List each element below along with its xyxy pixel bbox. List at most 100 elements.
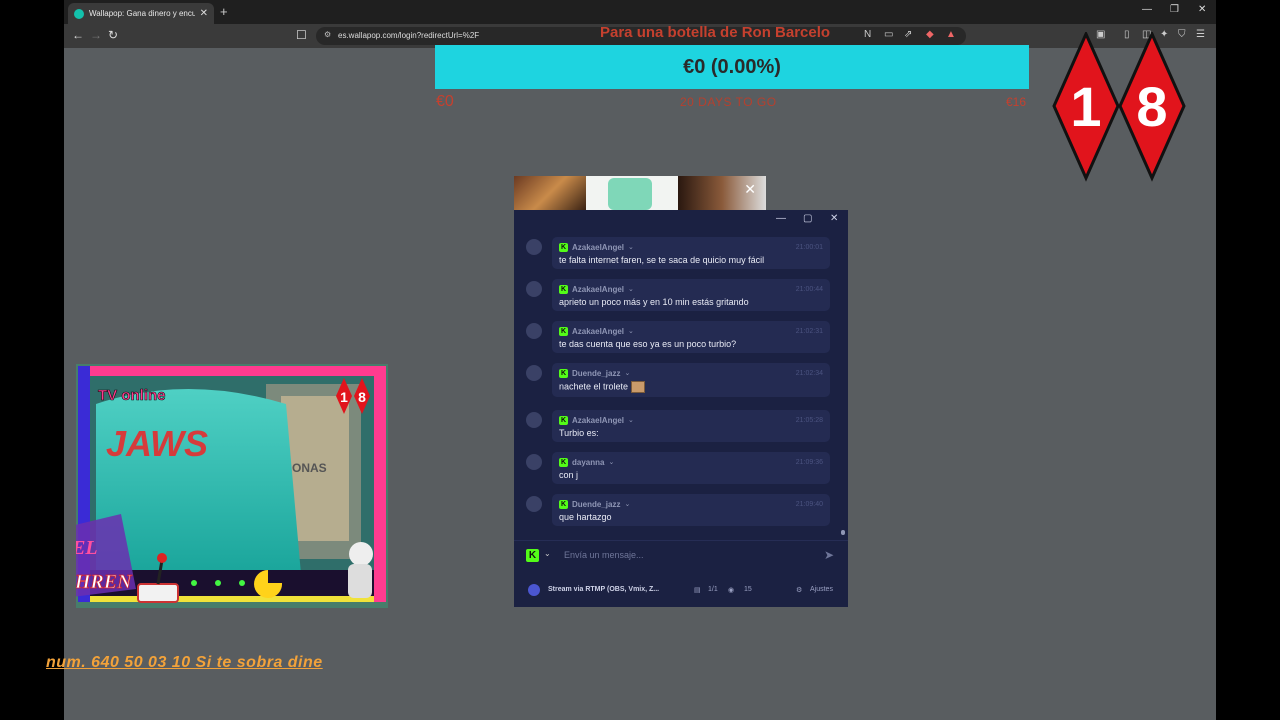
message-bubble: K AzakaelAngel ⌄ 21:00:44 aprieto un poco m… xyxy=(552,279,830,311)
chat-titlebar: — ▢ ✕ xyxy=(514,210,848,230)
chevron-down-icon[interactable]: ⌄ xyxy=(628,243,634,251)
tab-title: Wallapop: Gana dinero y encuen xyxy=(89,9,195,18)
goal-days-label: 20 DAYS TO GO xyxy=(680,95,777,109)
rewards-icon[interactable]: ▲ xyxy=(946,29,956,40)
popup-close-button[interactable]: ✕ xyxy=(744,181,756,198)
chat-scrollbar[interactable] xyxy=(841,530,845,535)
chevron-down-icon[interactable]: ⌄ xyxy=(628,285,634,293)
emote-icon xyxy=(630,381,645,393)
minimize-window-button[interactable]: — xyxy=(1142,4,1152,15)
message-username[interactable]: Duende_jazz xyxy=(572,369,620,378)
message-time: 21:02:34 xyxy=(795,369,823,377)
message-text: con j xyxy=(559,470,579,480)
forward-icon[interactable]: → xyxy=(90,28,102,42)
screen: Wallapop: Gana dinero y encuen ✕ + — ❐ ✕… xyxy=(0,0,1280,720)
tab-close-button[interactable]: ✕ xyxy=(200,8,208,19)
menu-icon[interactable]: ☰ xyxy=(1196,29,1205,40)
mini-badge-8: 8 xyxy=(358,389,366,405)
message-username[interactable]: AzakaelAngel xyxy=(572,243,624,252)
message-bubble: Kdayanna ⌄ 21:09:36 con j xyxy=(552,452,830,484)
chat-minimize-button[interactable]: — xyxy=(776,213,786,224)
reader-mode-icon[interactable]: N xyxy=(864,29,871,40)
message-username[interactable]: dayanna xyxy=(572,458,604,467)
chat-input-bar: K ⌄ Envía un mensaje... ➤ xyxy=(514,540,848,570)
stream-source-label[interactable]: Stream via RTMP (OBS, Vmix, Z... xyxy=(548,586,659,593)
thumbnail-image xyxy=(514,176,586,210)
message-text: te falta internet faren, se te saca de q… xyxy=(559,255,765,265)
popup-thumbnail-strip: ✕ xyxy=(514,176,766,210)
kick-badge-icon: K xyxy=(559,457,568,467)
kick-logo-icon[interactable]: K xyxy=(526,549,539,562)
user-avatar[interactable] xyxy=(526,281,542,297)
new-tab-button[interactable]: + xyxy=(220,4,228,19)
goal-progress-text: €0 (0.00%) xyxy=(683,55,781,78)
viewer-count: 15 xyxy=(744,586,752,593)
user-avatar[interactable] xyxy=(526,365,542,381)
logo-line-2: FAHREN xyxy=(76,571,133,593)
message-username[interactable]: Duende_jazz xyxy=(572,500,620,509)
thumbnail-image xyxy=(586,176,678,210)
wallapop-favicon-icon xyxy=(74,8,84,19)
message-bubble: K Duende_jazz ⌄ 21:02:34 nachete el trolete xyxy=(552,363,830,397)
message-text: aprieto un poco más y en 10 min estás gr… xyxy=(559,297,749,307)
chevron-down-icon[interactable]: ⌄ xyxy=(624,369,630,377)
message-time: 21:00:44 xyxy=(795,285,823,293)
scrolling-ticker: num. 640 50 03 10 Si te sobra dine xyxy=(46,654,323,671)
message-username[interactable]: AzakaelAngel xyxy=(572,416,624,425)
message-username[interactable]: AzakaelAngel xyxy=(572,327,624,336)
message-text: te das cuenta que eso ya es un poco turb… xyxy=(559,339,737,349)
reload-icon[interactable]: ↻ xyxy=(108,28,118,42)
layers-icon: ▤ xyxy=(694,587,701,594)
kick-badge-icon: K xyxy=(559,499,568,509)
logo-line-1: EL xyxy=(76,537,98,559)
restore-window-button[interactable]: ❐ xyxy=(1170,4,1179,15)
message-time: 21:09:40 xyxy=(795,500,823,508)
message-text: que hartazgo xyxy=(559,512,612,522)
obs-icon xyxy=(528,584,540,596)
phone-illustration-icon xyxy=(608,178,652,210)
site-info-icon[interactable]: ⚙ xyxy=(324,30,331,39)
mini-badge-1: 1 xyxy=(340,389,348,405)
chat-message-input[interactable]: Envía un mensaje... xyxy=(564,550,644,560)
url-text: es.wallapop.com/login?redirectUrl=%2F xyxy=(338,31,480,40)
close-window-button[interactable]: ✕ xyxy=(1198,4,1206,15)
viewer-slots-count: 1/1 xyxy=(708,586,718,593)
bookmark-icon[interactable]: ☐ xyxy=(296,28,307,42)
settings-gear-icon[interactable]: ⚙ xyxy=(796,586,802,594)
browser-tab[interactable]: Wallapop: Gana dinero y encuen ✕ xyxy=(68,3,214,24)
chevron-down-icon[interactable]: ⌄ xyxy=(624,500,630,508)
user-avatar[interactable] xyxy=(526,323,542,339)
eye-icon: ◉ xyxy=(728,587,735,594)
chevron-down-icon[interactable]: ⌄ xyxy=(544,549,551,558)
share-icon[interactable]: ⇗ xyxy=(904,29,912,40)
poster-text: ONAS xyxy=(292,461,327,475)
send-icon[interactable]: ➤ xyxy=(824,548,834,562)
age-digit-1: 1 xyxy=(1070,75,1101,138)
goal-max-label: €16 xyxy=(1006,95,1027,109)
chevron-down-icon[interactable]: ⌄ xyxy=(628,327,634,335)
goal-title: Para una botella de Ron Barcelo xyxy=(600,24,831,41)
chat-maximize-button[interactable]: ▢ xyxy=(803,213,812,224)
message-time: 21:09:36 xyxy=(795,458,823,466)
kick-badge-icon: K xyxy=(559,368,568,378)
chat-close-button[interactable]: ✕ xyxy=(830,213,838,224)
brave-shield-icon[interactable]: ◆ xyxy=(926,29,934,40)
message-time: 21:05:28 xyxy=(795,416,823,424)
message-bubble: K AzakaelAngel ⌄ 21:02:31 te das cuenta que… xyxy=(552,321,830,353)
user-avatar[interactable] xyxy=(526,454,542,470)
goal-progress-bar: €0 (0.00%) xyxy=(435,45,1029,89)
browser-tab-bar: Wallapop: Gana dinero y encuen ✕ + — ❐ ✕ xyxy=(64,0,1216,24)
chevron-down-icon[interactable]: ⌄ xyxy=(628,416,634,424)
back-icon[interactable]: ← xyxy=(72,28,84,42)
cast-icon[interactable]: ▭ xyxy=(884,29,893,40)
kick-badge-icon: K xyxy=(559,326,568,336)
kick-badge-icon: K xyxy=(559,415,568,425)
settings-label[interactable]: Ajustes xyxy=(810,586,833,593)
user-avatar[interactable] xyxy=(526,239,542,255)
user-avatar[interactable] xyxy=(526,496,542,512)
user-avatar[interactable] xyxy=(526,412,542,428)
webcam-overlay: ONAS JAWS TV online 1 8 EL FAHREN xyxy=(76,364,388,608)
chevron-down-icon[interactable]: ⌄ xyxy=(608,458,614,466)
message-username[interactable]: AzakaelAngel xyxy=(572,285,624,294)
tv-online-label: TV online xyxy=(98,387,166,404)
